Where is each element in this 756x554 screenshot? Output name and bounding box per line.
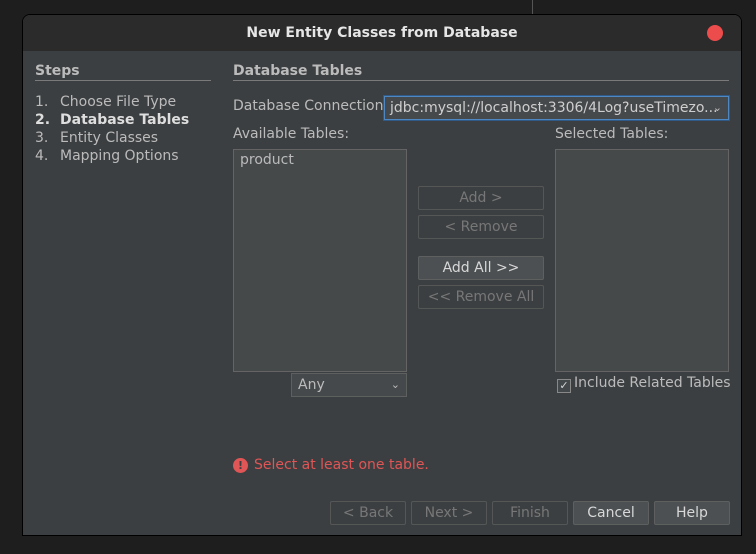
step-number: 1. [35,94,49,110]
step-number: 3. [35,130,49,146]
close-icon[interactable] [707,25,723,41]
connection-select[interactable]: jdbc:mysql://localhost:3306/4Log?useTime… [384,96,729,120]
steps-list: 1. Choose File Type 2. Database Tables 3. E… [35,93,215,165]
remove-button[interactable]: < Remove [418,215,544,239]
available-tables-label: Available Tables: [233,126,350,142]
section-heading: Database Tables [233,63,729,81]
step-label: Database Tables [60,112,190,128]
include-related-checkbox[interactable]: ✓ [557,379,571,393]
connection-label: Database Connection: [233,98,389,114]
step-label: Entity Classes [60,130,159,146]
cancel-button[interactable]: Cancel [573,501,649,525]
list-item[interactable]: product [234,150,406,170]
steps-heading: Steps [35,63,211,81]
step-entity-classes: 3. Entity Classes [35,129,215,147]
step-label: Choose File Type [60,94,177,110]
step-number: 4. [35,148,49,164]
step-label: Mapping Options [60,148,179,164]
help-button[interactable]: Help [654,501,730,525]
add-all-button[interactable]: Add All >> [418,256,544,280]
error-message-row: ! Select at least one table. [233,457,429,473]
table-filter-value: Any [298,377,325,393]
next-button[interactable]: Next > [411,501,487,525]
finish-button[interactable]: Finish [492,501,568,525]
table-filter-select[interactable]: Any ⌄ [291,373,407,397]
titlebar: New Entity Classes from Database [23,15,741,51]
chevron-down-icon: ⌄ [712,101,722,114]
chevron-down-icon: ⌄ [390,378,400,391]
back-button[interactable]: < Back [330,501,406,525]
step-database-tables: 2. Database Tables [35,111,215,129]
dialog-window: New Entity Classes from Database Steps 1… [22,14,742,536]
connection-value: jdbc:mysql://localhost:3306/4Log?useTime… [390,100,718,116]
include-related-tables[interactable]: ✓ Include Related Tables [557,375,731,393]
error-message: Select at least one table. [254,457,429,473]
selected-tables-list[interactable] [555,149,729,372]
background-divider [532,0,533,14]
add-button[interactable]: Add > [418,186,544,210]
remove-all-button[interactable]: << Remove All [418,285,544,309]
error-icon: ! [233,458,248,473]
step-mapping-options: 4. Mapping Options [35,147,215,165]
available-tables-list[interactable]: product [233,149,407,372]
include-related-label: Include Related Tables [574,375,731,391]
step-choose-file-type: 1. Choose File Type [35,93,215,111]
step-number: 2. [35,112,51,128]
selected-tables-label: Selected Tables: [555,126,669,142]
dialog-title: New Entity Classes from Database [246,25,518,41]
